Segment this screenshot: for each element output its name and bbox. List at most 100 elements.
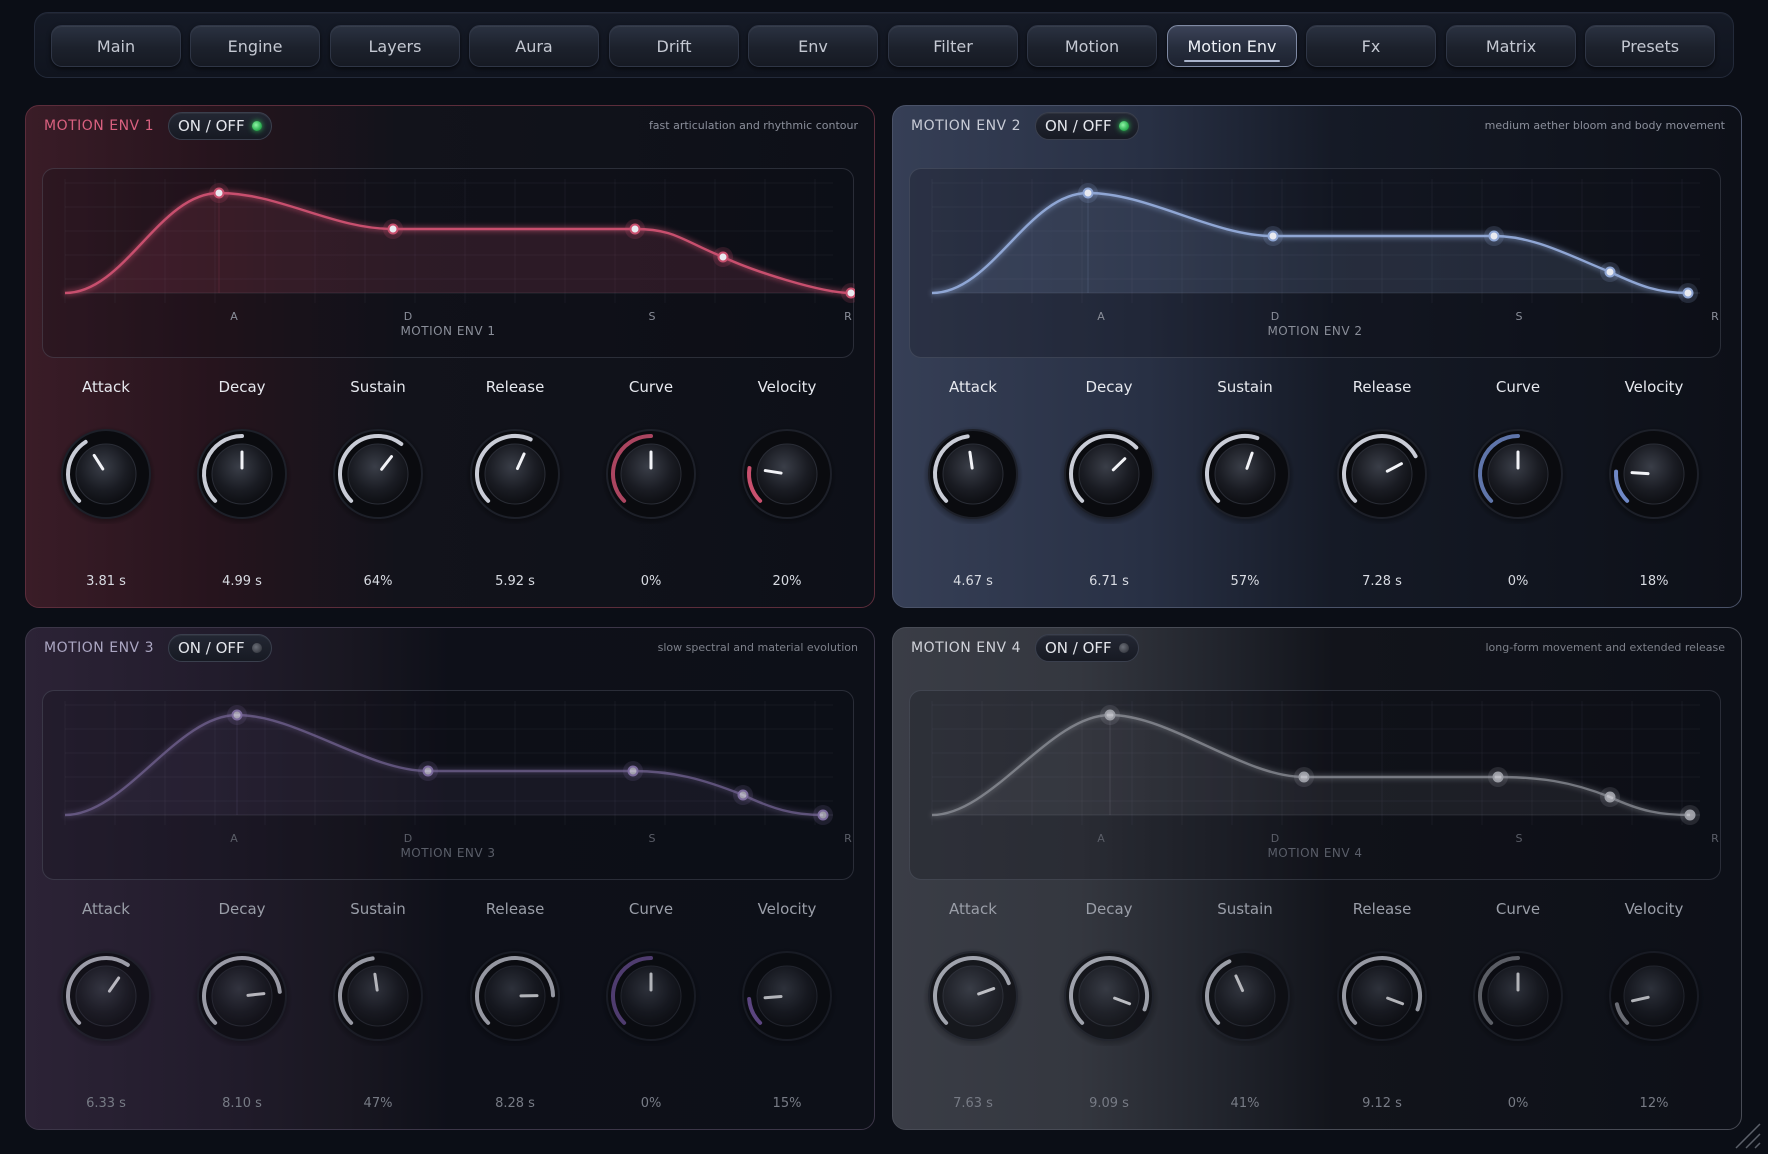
- velocity-knob[interactable]: [1604, 424, 1704, 524]
- tab-layers[interactable]: Layers: [330, 25, 460, 67]
- attack-knob[interactable]: [56, 946, 156, 1046]
- attack-value: 7.63 s: [953, 1096, 993, 1111]
- sustain-knob[interactable]: [328, 424, 428, 524]
- env-4-on-off-toggle[interactable]: ON / OFF: [1035, 634, 1139, 662]
- decay-handle[interactable]: [387, 223, 399, 235]
- release-knob[interactable]: [465, 946, 565, 1046]
- release-handle[interactable]: [1684, 809, 1696, 821]
- sustain-value: 57%: [1230, 574, 1260, 589]
- sustain-knob[interactable]: [1195, 424, 1295, 524]
- velocity-label: Velocity: [1624, 378, 1684, 396]
- attack-control: Attack 7.63 s: [913, 888, 1033, 1128]
- env-2-envelope-graph[interactable]: A D S R MOTION ENV 2: [909, 168, 1721, 358]
- sustain-knob[interactable]: [328, 946, 428, 1046]
- tab-aura[interactable]: Aura: [469, 25, 599, 67]
- release-handle[interactable]: [1682, 287, 1694, 299]
- knob-row: Attack 6.33 s Decay 8.10 s Sustain 47% Release…: [26, 888, 874, 1128]
- decay-value: 4.99 s: [222, 574, 262, 589]
- knob-row: Attack 4.67 s Decay 6.71 s Sustain 57% Release…: [893, 366, 1741, 606]
- toggle-label: ON / OFF: [1045, 639, 1112, 657]
- release-knob[interactable]: [465, 424, 565, 524]
- curve-knob[interactable]: [601, 946, 701, 1046]
- decay-knob[interactable]: [192, 946, 292, 1046]
- panel-title: MOTION ENV 1: [44, 118, 154, 134]
- sustain-handle[interactable]: [627, 765, 639, 777]
- attack-handle[interactable]: [1082, 187, 1094, 199]
- tab-engine[interactable]: Engine: [190, 25, 320, 67]
- sustain-handle[interactable]: [1492, 771, 1504, 783]
- decay-handle[interactable]: [1267, 230, 1279, 242]
- tab-motion-env[interactable]: Motion Env: [1167, 25, 1297, 67]
- sustain-handle[interactable]: [1488, 230, 1500, 242]
- tab-fx[interactable]: Fx: [1306, 25, 1436, 67]
- knob-pointer: [246, 992, 266, 997]
- attack-control: Attack 6.33 s: [46, 888, 166, 1128]
- attack-knob[interactable]: [923, 946, 1023, 1046]
- attack-handle[interactable]: [1104, 709, 1116, 721]
- sustain-knob[interactable]: [1195, 946, 1295, 1046]
- curve-knob[interactable]: [601, 424, 701, 524]
- curve-control: Curve 0%: [1458, 366, 1578, 606]
- env-2-on-off-toggle[interactable]: ON / OFF: [1035, 112, 1139, 140]
- sustain-value: 64%: [363, 574, 393, 589]
- attack-value: 3.81 s: [86, 574, 126, 589]
- sustain-handle[interactable]: [629, 223, 641, 235]
- decay-control: Decay 9.09 s: [1049, 888, 1169, 1128]
- release-knob[interactable]: [1332, 946, 1432, 1046]
- env-4-envelope-graph[interactable]: A D S R MOTION ENV 4: [909, 690, 1721, 880]
- env-3-envelope-graph[interactable]: A D S R MOTION ENV 3: [42, 690, 854, 880]
- velocity-knob[interactable]: [737, 946, 837, 1046]
- curve-label: Curve: [628, 378, 674, 396]
- release-label: Release: [1352, 900, 1412, 918]
- tab-filter[interactable]: Filter: [888, 25, 1018, 67]
- tab-drift[interactable]: Drift: [609, 25, 739, 67]
- decay-control: Decay 8.10 s: [182, 888, 302, 1128]
- env-3-on-off-toggle[interactable]: ON / OFF: [168, 634, 272, 662]
- attack-knob[interactable]: [56, 424, 156, 524]
- attack-handle[interactable]: [213, 187, 225, 199]
- tab-motion[interactable]: Motion: [1027, 25, 1157, 67]
- release-handle[interactable]: [845, 287, 856, 299]
- velocity-value: 15%: [772, 1096, 802, 1111]
- decay-value: 6.71 s: [1089, 574, 1129, 589]
- stage-marker: A: [230, 832, 238, 845]
- curve-value: 0%: [640, 574, 662, 589]
- velocity-knob[interactable]: [1604, 946, 1704, 1046]
- velocity-knob[interactable]: [737, 424, 837, 524]
- stage-marker: S: [1515, 832, 1523, 845]
- resize-grip-icon[interactable]: [1722, 1110, 1762, 1150]
- tab-presets[interactable]: Presets: [1585, 25, 1715, 67]
- stage-marker: D: [1270, 832, 1280, 845]
- release-handle[interactable]: [817, 809, 829, 821]
- release-mid-handle[interactable]: [717, 251, 729, 263]
- decay-label: Decay: [218, 378, 266, 396]
- release-value: 5.92 s: [495, 574, 535, 589]
- release-control: Release 7.28 s: [1322, 366, 1442, 606]
- decay-knob[interactable]: [1059, 946, 1159, 1046]
- attack-control: Attack 3.81 s: [46, 366, 166, 606]
- release-mid-handle[interactable]: [737, 789, 749, 801]
- attack-label: Attack: [82, 900, 130, 918]
- curve-knob[interactable]: [1468, 424, 1568, 524]
- decay-knob[interactable]: [192, 424, 292, 524]
- env-1-envelope-graph[interactable]: A D S R MOTION ENV 1: [42, 168, 856, 358]
- tab-env[interactable]: Env: [748, 25, 878, 67]
- envelope-fill: [932, 715, 1690, 815]
- decay-control: Decay 6.71 s: [1049, 366, 1169, 606]
- attack-handle[interactable]: [231, 709, 243, 721]
- stage-marker: R: [844, 310, 852, 323]
- release-knob[interactable]: [1332, 424, 1432, 524]
- curve-knob[interactable]: [1468, 946, 1568, 1046]
- sustain-value: 41%: [1230, 1096, 1260, 1111]
- attack-knob[interactable]: [923, 424, 1023, 524]
- release-label: Release: [485, 900, 545, 918]
- decay-handle[interactable]: [1298, 771, 1310, 783]
- decay-handle[interactable]: [422, 765, 434, 777]
- decay-knob[interactable]: [1059, 424, 1159, 524]
- env-1-on-off-toggle[interactable]: ON / OFF: [168, 112, 272, 140]
- tab-main[interactable]: Main: [51, 25, 181, 67]
- tab-matrix[interactable]: Matrix: [1446, 25, 1576, 67]
- velocity-control: Velocity 20%: [727, 366, 847, 606]
- release-mid-handle[interactable]: [1604, 266, 1616, 278]
- release-mid-handle[interactable]: [1604, 791, 1616, 803]
